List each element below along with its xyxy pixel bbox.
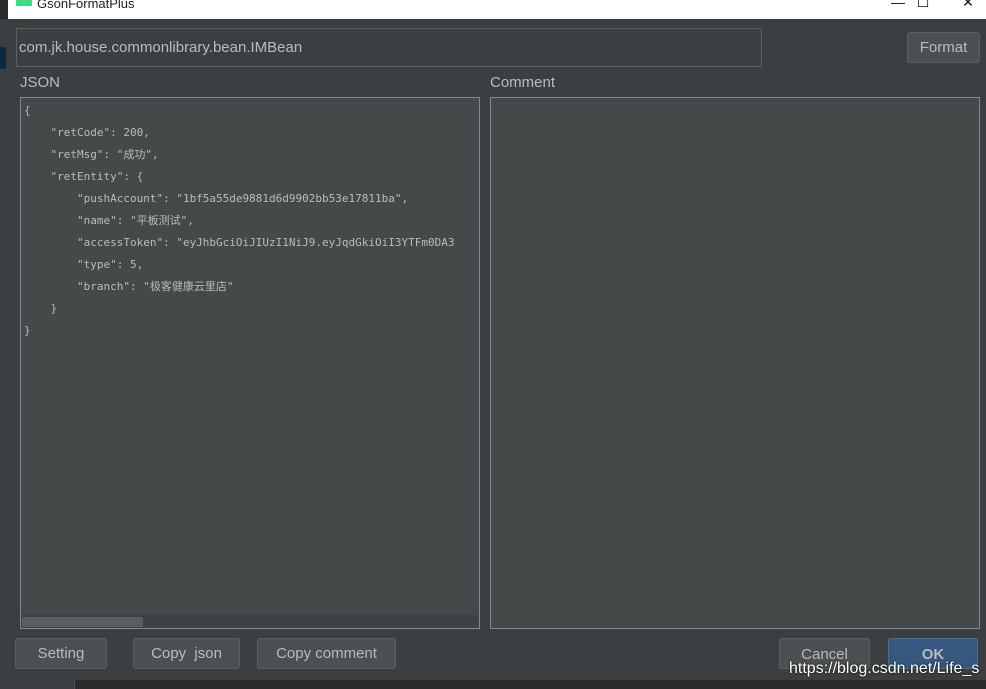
window-title: GsonFormatPlus: [37, 0, 135, 11]
copy-comment-button[interactable]: Copy comment: [257, 638, 396, 669]
setting-button[interactable]: Setting: [15, 638, 107, 669]
background-panel-segment: [0, 680, 75, 689]
watermark-text: https://blog.csdn.net/Life_s: [789, 660, 980, 677]
json-line: "type": 5,: [24, 258, 144, 271]
comment-label: Comment: [490, 74, 556, 91]
comment-text[interactable]: [491, 98, 979, 610]
json-line: }: [24, 302, 58, 315]
json-line: "pushAccount": "1bf5a55de9881d6d9902bb53…: [24, 192, 409, 205]
close-button[interactable]: ✕: [948, 0, 986, 14]
json-line: "retEntity": {: [24, 170, 144, 183]
background-status-strip: [0, 680, 986, 689]
json-editor[interactable]: { "retCode": 200, "retMsg": "成功", "retEn…: [20, 97, 480, 629]
json-line: }: [24, 324, 31, 337]
background-ide: [0, 19, 8, 689]
background-selection: [0, 47, 6, 69]
gson-format-dialog: com.jk.house.commonlibrary.bean.IMBean F…: [8, 19, 986, 680]
json-line: "retMsg": "成功",: [24, 148, 159, 161]
maximize-button[interactable]: ☐: [903, 0, 943, 14]
class-name-input[interactable]: com.jk.house.commonlibrary.bean.IMBean: [16, 28, 762, 67]
json-line: "name": "平板测试",: [24, 214, 194, 227]
json-text[interactable]: { "retCode": 200, "retMsg": "成功", "retEn…: [21, 98, 479, 610]
horizontal-scrollbar[interactable]: [21, 615, 479, 628]
format-button[interactable]: Format: [907, 32, 980, 63]
json-label: JSON: [20, 74, 61, 91]
comment-editor[interactable]: [490, 97, 980, 629]
android-icon: [16, 0, 32, 6]
title-bar: GsonFormatPlus — ☐ ✕: [8, 0, 986, 19]
json-line: {: [24, 104, 31, 117]
json-line: "retCode": 200,: [24, 126, 150, 139]
json-line: "accessToken": "eyJhbGciOiJIUzI1NiJ9.eyJ…: [24, 236, 455, 249]
scrollbar-thumb[interactable]: [22, 617, 143, 627]
json-line: "branch": "极客健康云里店": [24, 280, 234, 293]
copy-json-button[interactable]: Copy json: [133, 638, 240, 669]
